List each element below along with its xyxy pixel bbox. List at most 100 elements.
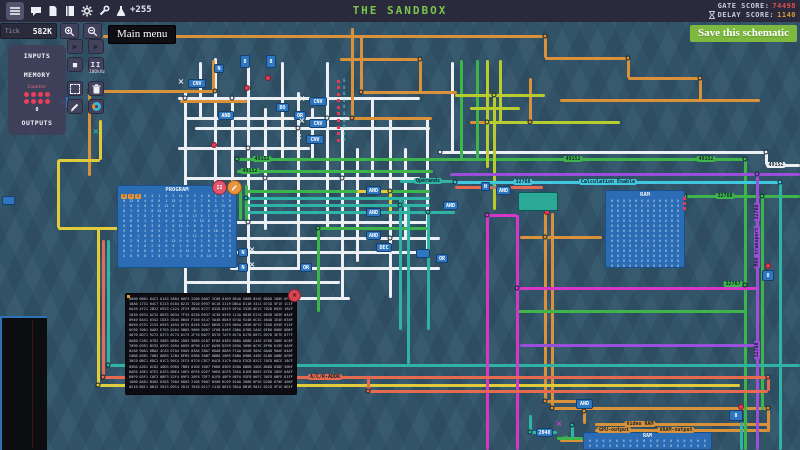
wire-junction[interactable] xyxy=(350,116,355,121)
component-cnv[interactable]: CNV xyxy=(306,135,324,144)
wire[interactable] xyxy=(97,228,100,385)
wire[interactable] xyxy=(779,182,782,450)
wire[interactable] xyxy=(529,78,532,122)
wire-junction[interactable] xyxy=(246,220,251,225)
wire-junction[interactable] xyxy=(388,189,393,194)
xor-gate-icon[interactable]: × xyxy=(249,261,256,269)
wire[interactable] xyxy=(57,160,60,228)
wire-junction[interactable] xyxy=(453,180,458,185)
wire[interactable] xyxy=(560,99,760,102)
counter-widget[interactable] xyxy=(8,92,66,104)
wire[interactable] xyxy=(517,310,745,313)
edit-tool-button[interactable] xyxy=(67,99,83,114)
wire-junction[interactable] xyxy=(760,194,765,199)
xor-gate-icon[interactable]: × xyxy=(299,117,306,125)
wire[interactable] xyxy=(180,100,247,103)
wire[interactable] xyxy=(699,78,702,100)
wire-junction[interactable] xyxy=(778,180,783,185)
wire-junction[interactable] xyxy=(366,389,371,394)
wire[interactable] xyxy=(545,400,578,403)
wire-junction[interactable] xyxy=(755,172,760,177)
close-icon[interactable]: × xyxy=(288,289,301,302)
wire[interactable] xyxy=(361,91,457,94)
hex-memory-viewer[interactable]: × 00000B0104C201A3580400F522060A073C0801… xyxy=(125,293,297,395)
stop-button[interactable]: ■ xyxy=(67,57,83,72)
wire-junction[interactable] xyxy=(550,406,555,411)
component-and[interactable]: AND xyxy=(218,111,234,120)
xor-gate-icon[interactable]: × xyxy=(249,246,256,254)
step-button[interactable]: ▶ xyxy=(67,39,83,54)
zoom-in-button[interactable] xyxy=(60,23,79,39)
wire-junction[interactable] xyxy=(340,176,345,181)
component-n[interactable]: N xyxy=(238,263,248,272)
component-and[interactable]: AND xyxy=(366,208,381,217)
wire-junction[interactable] xyxy=(106,363,111,368)
component-8[interactable]: 8 xyxy=(240,55,250,68)
wire-junction[interactable] xyxy=(626,56,631,61)
wire-junction[interactable] xyxy=(418,57,423,62)
wire[interactable] xyxy=(399,198,402,330)
component-2048[interactable]: 2048 xyxy=(536,428,553,437)
component-cnv[interactable]: CNV xyxy=(188,79,206,88)
program-edit-button[interactable] xyxy=(227,180,242,195)
xor-gate-icon[interactable]: × xyxy=(93,128,100,136)
wire[interactable] xyxy=(440,151,766,154)
wire[interactable] xyxy=(685,195,800,198)
wire[interactable] xyxy=(451,62,454,152)
component-n[interactable]: N xyxy=(238,248,248,257)
save-schematic-button[interactable]: Save this schematic xyxy=(690,25,797,42)
wire-junction[interactable] xyxy=(515,286,520,291)
wire[interactable] xyxy=(499,60,502,122)
component-or[interactable]: OR xyxy=(300,263,312,272)
wire[interactable] xyxy=(486,215,489,450)
wire[interactable] xyxy=(58,159,100,162)
component-and[interactable]: AND xyxy=(366,231,381,240)
wire[interactable] xyxy=(628,77,702,80)
component-8[interactable]: 8 xyxy=(762,270,774,281)
wire[interactable] xyxy=(102,240,105,377)
wire[interactable] xyxy=(557,437,583,440)
wire[interactable] xyxy=(103,90,215,93)
schematic-canvas[interactable]: Tick 582K INPUTS MEMORY Counter 0 OUTPUT… xyxy=(0,22,800,450)
wire-junction[interactable] xyxy=(359,90,364,95)
wire[interactable] xyxy=(767,408,770,432)
xor-gate-icon[interactable]: × xyxy=(299,95,306,103)
component-and[interactable]: AND xyxy=(366,186,381,195)
wire[interactable] xyxy=(351,28,354,118)
wire-junction[interactable] xyxy=(543,34,548,39)
wire[interactable] xyxy=(237,170,433,173)
program-run-button[interactable]: II xyxy=(212,180,227,195)
wire[interactable] xyxy=(407,205,410,364)
wire[interactable] xyxy=(460,60,463,160)
select-tool-button[interactable] xyxy=(67,81,83,96)
wire[interactable] xyxy=(516,215,519,450)
wire-junction[interactable] xyxy=(492,93,497,98)
wire-junction[interactable] xyxy=(388,236,393,241)
wire-junction[interactable] xyxy=(438,150,443,155)
wire[interactable] xyxy=(178,147,310,150)
component-block[interactable] xyxy=(2,196,15,205)
wire[interactable] xyxy=(486,60,489,168)
wire[interactable] xyxy=(99,120,102,160)
wire-junction[interactable] xyxy=(426,210,431,215)
wire[interactable] xyxy=(247,190,430,193)
wire-junction[interactable] xyxy=(235,157,240,162)
wire[interactable] xyxy=(371,98,374,178)
wire[interactable] xyxy=(318,227,430,230)
wire-junction[interactable] xyxy=(743,157,748,162)
color-wheel-button[interactable] xyxy=(88,99,104,114)
wire[interactable] xyxy=(340,58,422,61)
wire[interactable] xyxy=(352,117,432,120)
wire[interactable] xyxy=(545,57,630,60)
wire-junction[interactable] xyxy=(528,430,533,435)
wire[interactable] xyxy=(470,107,520,110)
wire-junction[interactable] xyxy=(246,146,251,151)
component-or[interactable]: OR xyxy=(436,254,448,263)
wire-junction[interactable] xyxy=(296,126,301,131)
wire-junction[interactable] xyxy=(582,409,587,414)
ram-memory-box[interactable]: RAM 000000000000000000000000000000000000… xyxy=(605,190,685,268)
inputs-section-label[interactable]: INPUTS xyxy=(8,52,66,60)
wire[interactable] xyxy=(311,108,314,160)
wire-junction[interactable] xyxy=(485,213,490,218)
wire[interactable] xyxy=(237,158,745,161)
